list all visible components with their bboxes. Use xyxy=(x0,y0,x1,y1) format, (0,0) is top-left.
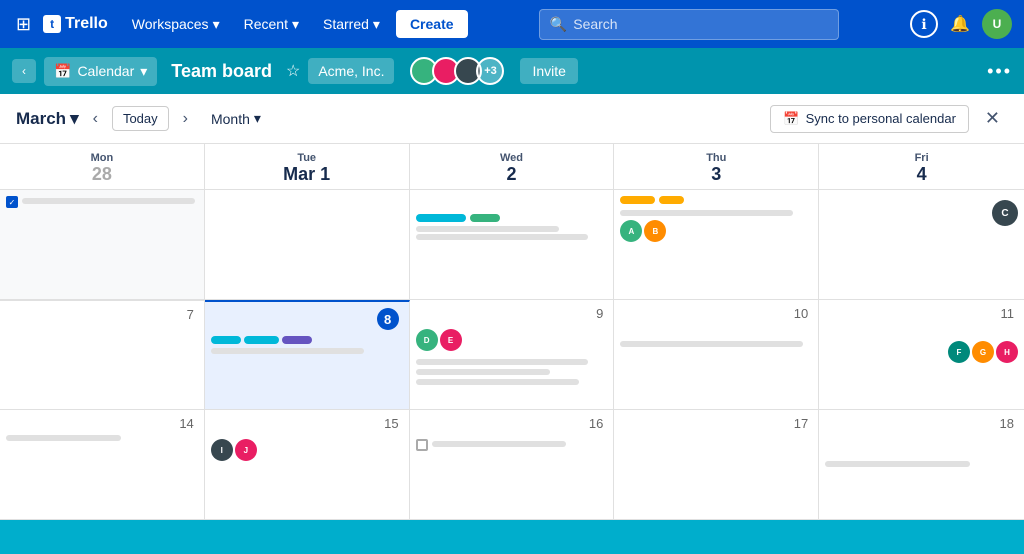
cal-cell-mar1[interactable] xyxy=(205,190,410,300)
avatar-9-1: D xyxy=(416,329,438,351)
invite-button[interactable]: Invite xyxy=(520,58,577,84)
cal-cell-28[interactable] xyxy=(0,190,205,300)
trello-logo-icon: t xyxy=(43,15,61,33)
calendar-header: March ▾ ‹ Today › Month ▾ 📅 Sync to pers… xyxy=(0,94,1024,144)
user-avatar[interactable]: U xyxy=(982,9,1012,39)
search-icon: 🔍 xyxy=(550,16,567,33)
member-avatars: +3 xyxy=(410,57,504,85)
avatar-11-1: F xyxy=(948,341,970,363)
star-board-button[interactable]: ☆ xyxy=(286,61,300,81)
cal-cell-14[interactable]: 14 xyxy=(0,410,205,520)
day-header-tue: Tue Mar 1 xyxy=(205,144,410,190)
more-options-button[interactable]: ••• xyxy=(987,61,1012,82)
grid-menu-button[interactable]: ⊞ xyxy=(12,10,35,39)
avatar-thu-1: A xyxy=(620,220,642,242)
workspace-tag[interactable]: Acme, Inc. xyxy=(308,58,394,84)
info-button[interactable]: ℹ xyxy=(910,10,938,38)
calendar-week-2-header: 7 8 9 D E xyxy=(0,300,1024,410)
cal-cell-15[interactable]: 15 I J xyxy=(205,410,410,520)
cal-cell-16[interactable]: 16 xyxy=(410,410,615,520)
day-header-mon: Mon 28 xyxy=(0,144,205,190)
avatar-fri-1: C xyxy=(992,200,1018,226)
close-calendar-button[interactable]: ✕ xyxy=(977,104,1008,133)
board-title: Team board xyxy=(171,61,272,82)
cal-cell-2[interactable] xyxy=(410,190,615,300)
day-header-fri: Fri 4 xyxy=(819,144,1024,190)
calendar-day-headers: Mon 28 Tue Mar 1 Wed 2 Thu 3 Fri 4 xyxy=(0,144,1024,190)
cal-cell-17[interactable]: 17 xyxy=(614,410,819,520)
task-checkbox[interactable] xyxy=(6,196,18,208)
workspaces-menu[interactable]: Workspaces ▾ xyxy=(124,10,228,39)
cal-cell-3[interactable]: A B xyxy=(614,190,819,300)
cal-cell-10[interactable]: 10 xyxy=(614,300,819,410)
avatar-11-3: H xyxy=(996,341,1018,363)
day-header-wed: Wed 2 xyxy=(410,144,615,190)
top-navigation: ⊞ t Trello Workspaces ▾ Recent ▾ Starred… xyxy=(0,0,1024,48)
notifications-button[interactable]: 🔔 xyxy=(946,10,974,38)
cal-cell-18[interactable]: 18 xyxy=(819,410,1024,520)
cal-cell-7-num[interactable]: 7 xyxy=(0,300,205,410)
calendar-view-button[interactable]: 📅 Calendar ▾ xyxy=(44,57,157,86)
avatar-15-2: J xyxy=(235,439,257,461)
next-month-button[interactable]: › xyxy=(177,106,194,132)
view-dropdown-icon: ▾ xyxy=(254,110,261,127)
avatar-9-2: E xyxy=(440,329,462,351)
calendar-container: March ▾ ‹ Today › Month ▾ 📅 Sync to pers… xyxy=(0,94,1024,520)
avatar-15-1: I xyxy=(211,439,233,461)
avatars-row-3: A B xyxy=(620,220,812,242)
cal-cell-11[interactable]: 11 F G H xyxy=(819,300,1024,410)
starred-menu[interactable]: Starred ▾ xyxy=(315,10,388,39)
month-title[interactable]: March ▾ xyxy=(16,109,79,129)
avatar-thu-2: B xyxy=(644,220,666,242)
calendar-week-1: A B C xyxy=(0,190,1024,300)
month-dropdown-icon: ▾ xyxy=(70,109,79,129)
cal-cell-4[interactable]: C xyxy=(819,190,1024,300)
nav-right-actions: ℹ 🔔 U xyxy=(910,9,1012,39)
calendar-icon: 📅 xyxy=(54,63,71,80)
prev-month-button[interactable]: ‹ xyxy=(87,106,104,132)
calendar-week-3: 14 15 I J 16 17 18 xyxy=(0,410,1024,520)
trello-logo: t Trello xyxy=(43,15,108,33)
sync-calendar-button[interactable]: 📅 Sync to personal calendar xyxy=(770,105,969,133)
recent-menu[interactable]: Recent ▾ xyxy=(236,10,307,39)
search-box[interactable]: 🔍 Search xyxy=(539,9,839,40)
view-selector[interactable]: Month ▾ xyxy=(202,105,270,132)
sync-icon: 📅 xyxy=(783,111,799,127)
trello-logo-text: Trello xyxy=(65,15,108,33)
collapse-sidebar-button[interactable]: ‹ xyxy=(12,59,36,83)
day-header-thu: Thu 3 xyxy=(614,144,819,190)
cal-cell-9[interactable]: 9 D E xyxy=(410,300,615,410)
cal-cell-8-num[interactable]: 8 xyxy=(205,300,410,410)
member-count-badge[interactable]: +3 xyxy=(476,57,504,85)
today-button[interactable]: Today xyxy=(112,106,169,131)
create-button[interactable]: Create xyxy=(396,10,468,38)
board-navigation: ‹ 📅 Calendar ▾ Team board ☆ Acme, Inc. +… xyxy=(0,48,1024,94)
avatar-11-2: G xyxy=(972,341,994,363)
